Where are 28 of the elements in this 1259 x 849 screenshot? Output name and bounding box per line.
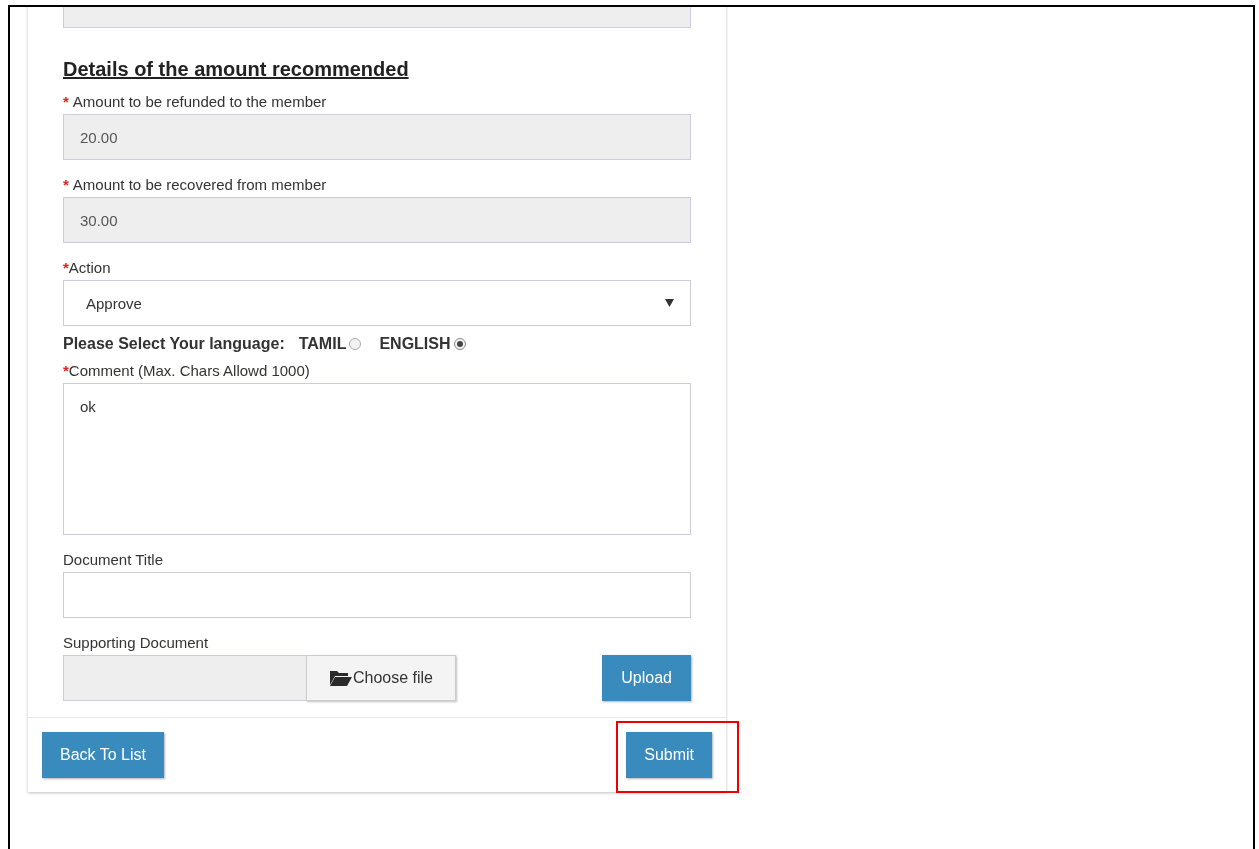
caret-icon	[665, 299, 674, 307]
field-label: Action	[68, 258, 111, 276]
field-label: Amount to be refunded to the member	[72, 92, 327, 110]
file-field[interactable]	[63, 655, 306, 701]
language-option: ENGLISH	[379, 335, 451, 353]
amount-field[interactable]: 20.00	[63, 114, 691, 160]
field-label: Comment (Max. Chars Allowd 1000)	[68, 361, 310, 379]
form-button[interactable]: Submit	[626, 732, 712, 778]
language-option: TAMIL	[298, 335, 347, 353]
required-asterisk: *	[63, 361, 69, 379]
required-asterisk: *	[63, 258, 69, 276]
upload-button[interactable]: Upload	[602, 655, 691, 701]
radio-button[interactable]	[349, 338, 362, 350]
field-label: Amount to be recovered from member	[72, 175, 327, 193]
field-label: Document Title	[63, 550, 164, 568]
folder-icon	[328, 669, 353, 687]
action-dropdown[interactable]: Approve	[63, 280, 691, 326]
language-label: Please Select Your language:	[63, 335, 285, 353]
form-button[interactable]: Back To List	[42, 732, 164, 778]
required-asterisk: *	[63, 92, 69, 110]
input-field[interactable]	[63, 572, 691, 618]
field-label: Supporting Document	[63, 633, 209, 651]
comment-textarea[interactable]: ok	[63, 383, 691, 535]
required-asterisk: *	[63, 175, 69, 193]
radio-button[interactable]	[453, 338, 466, 350]
amount-field[interactable]: 30.00	[63, 197, 691, 243]
section-heading: Details of the amount recommended	[63, 58, 410, 81]
choose-file-button[interactable]: Choose file	[306, 655, 456, 701]
